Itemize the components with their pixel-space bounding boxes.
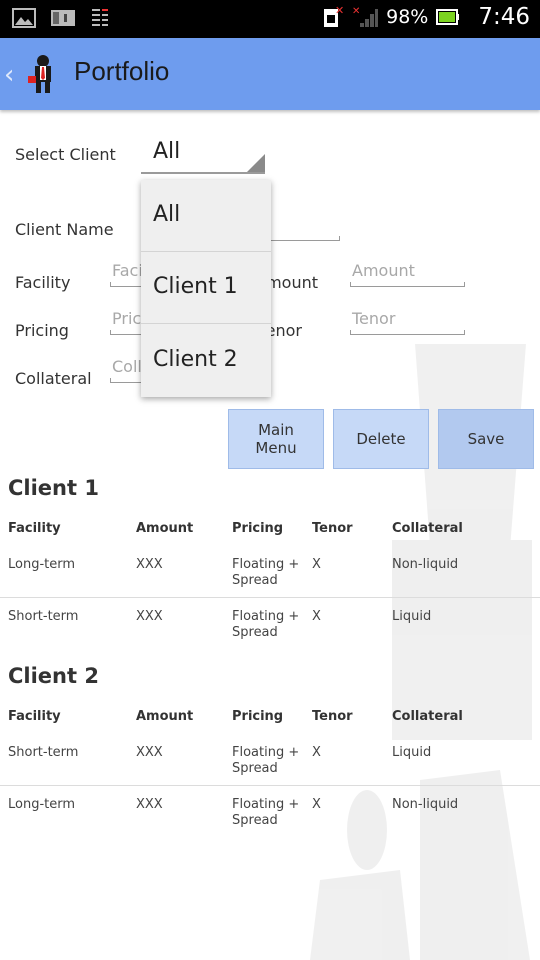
cell-tenor: X (312, 745, 321, 760)
select-client-label: Select Client (15, 145, 116, 164)
dropdown-option-label: Client 2 (153, 347, 238, 372)
app-logo-icon[interactable] (22, 52, 64, 94)
notification-icon (51, 10, 75, 26)
dropdown-arrow-icon (247, 154, 265, 172)
cell-collateral: Liquid (392, 745, 432, 760)
save-button[interactable]: Save (438, 409, 534, 469)
pricing-placeholder: Pricing (112, 309, 142, 328)
data-sync-icon (92, 9, 108, 26)
cell-pricing: Floating + Spread (232, 745, 300, 776)
col-header-amount: Amount (136, 709, 194, 724)
sim-no-service-icon: ✕ (324, 5, 344, 27)
row-divider (0, 785, 540, 786)
pricing-field[interactable]: Pricing (110, 305, 142, 335)
amount-field[interactable]: Amount (350, 257, 465, 287)
amount-placeholder: Amount (352, 261, 415, 280)
client-name-label: Client Name (15, 220, 114, 239)
main-menu-button[interactable]: Main Menu (228, 409, 324, 469)
dropdown-option-client-1[interactable]: Client 1 (141, 252, 271, 324)
client-heading: Client 1 (8, 476, 99, 500)
cell-facility: Long-term (8, 557, 76, 572)
col-header-collateral: Collateral (392, 521, 463, 536)
col-header-facility: Facility (8, 709, 61, 724)
cell-collateral: Non-liquid (392, 797, 459, 812)
client-name-field[interactable] (270, 211, 340, 241)
collateral-field[interactable]: Collateral (110, 353, 142, 383)
cell-amount: XXX (136, 797, 163, 812)
collateral-label: Collateral (15, 369, 92, 388)
cell-amount: XXX (136, 609, 163, 624)
client-select[interactable]: All (141, 131, 265, 174)
tenor-field[interactable]: Tenor (350, 305, 465, 335)
status-bar: ✕ ✕ 98% 7:46 (0, 0, 540, 38)
cell-facility: Long-term (8, 797, 76, 812)
action-bar: ‹ Portfolio (0, 38, 540, 110)
cell-tenor: X (312, 797, 321, 812)
dropdown-option-label: Client 1 (153, 274, 238, 299)
dropdown-option-client-2[interactable]: Client 2 (141, 325, 271, 397)
cell-pricing: Floating + Spread (232, 797, 300, 828)
dropdown-option-all[interactable]: All (141, 180, 271, 252)
cell-amount: XXX (136, 745, 163, 760)
cell-collateral: Non-liquid (392, 557, 459, 572)
col-header-tenor: Tenor (312, 709, 353, 724)
client-dropdown-menu: All Client 1 Client 2 (141, 180, 271, 397)
image-icon (12, 8, 36, 28)
col-header-pricing: Pricing (232, 709, 284, 724)
cell-collateral: Liquid (392, 609, 432, 624)
row-divider (0, 597, 540, 598)
svg-text:✕: ✕ (352, 6, 360, 17)
clock: 7:46 (478, 4, 530, 30)
battery-percent: 98% (386, 6, 429, 28)
cell-amount: XXX (136, 557, 163, 572)
facility-placeholder: Facility (112, 261, 142, 280)
col-header-amount: Amount (136, 521, 194, 536)
pricing-label: Pricing (15, 321, 69, 340)
col-header-pricing: Pricing (232, 521, 284, 536)
dropdown-option-label: All (153, 202, 181, 227)
client-heading: Client 2 (8, 664, 99, 688)
cell-facility: Short-term (8, 609, 79, 624)
back-arrow-icon[interactable]: ‹ (4, 60, 14, 90)
signal-icon: ✕ (352, 6, 379, 27)
delete-button[interactable]: Delete (333, 409, 429, 469)
cell-tenor: X (312, 557, 321, 572)
svg-text:✕: ✕ (335, 5, 344, 17)
tenor-placeholder: Tenor (352, 309, 396, 328)
cell-pricing: Floating + Spread (232, 609, 300, 640)
col-header-facility: Facility (8, 521, 61, 536)
collateral-placeholder: Collateral (112, 357, 142, 376)
cell-facility: Short-term (8, 745, 79, 760)
facility-label: Facility (15, 273, 71, 292)
battery-icon (436, 9, 460, 25)
col-header-collateral: Collateral (392, 709, 463, 724)
facility-field[interactable]: Facility (110, 257, 142, 287)
cell-tenor: X (312, 609, 321, 624)
col-header-tenor: Tenor (312, 521, 353, 536)
page-title: Portfolio (74, 56, 170, 86)
client-select-value: All (153, 139, 181, 164)
cell-pricing: Floating + Spread (232, 557, 300, 588)
